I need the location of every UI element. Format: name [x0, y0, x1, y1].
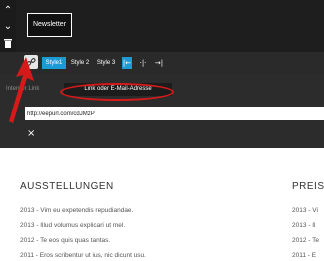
- list-item: 2013 - Vim eu expetendis repudiandae.: [20, 207, 134, 214]
- exhibitions-heading: AUSSTELLUNGEN: [20, 181, 114, 192]
- list-item: 2013 - Vi: [292, 207, 318, 214]
- align-center-icon[interactable]: ·|·: [138, 57, 148, 69]
- list-item: 2011 - Eros scribentur ut ius, nic dicun…: [20, 252, 146, 259]
- close-icon[interactable]: ×: [27, 128, 35, 139]
- chevron-up-icon[interactable]: ⌃: [0, 4, 16, 18]
- list-item: 2012 - Te eos quis quas tantas.: [20, 237, 111, 244]
- align-right-icon[interactable]: →|: [154, 57, 164, 69]
- page-content: [0, 148, 324, 261]
- list-item: 2013 - Il: [292, 222, 316, 229]
- list-item: 2012 - Te: [292, 237, 319, 244]
- trash-icon[interactable]: [0, 38, 16, 52]
- style-1-button[interactable]: Style1: [42, 57, 66, 69]
- chevron-down-icon[interactable]: ⌄: [0, 20, 16, 34]
- url-input[interactable]: [25, 107, 324, 120]
- style-2-button[interactable]: Style 2: [68, 57, 92, 69]
- prizes-heading: PREIS: [292, 181, 324, 192]
- annotation-ellipse: [60, 83, 174, 101]
- align-left-icon[interactable]: |←: [122, 57, 132, 69]
- list-item: 2013 - Illud volumus explicari ut mel.: [20, 222, 126, 229]
- newsletter-button[interactable]: Newsletter: [27, 13, 72, 37]
- editor-toolbar: Style1 Style 2 Style 3 |← ·|· →|: [0, 52, 324, 74]
- style-3-button[interactable]: Style 3: [94, 57, 118, 69]
- list-item: 2011 - E: [292, 252, 317, 259]
- annotation-arrow-icon: [9, 57, 34, 123]
